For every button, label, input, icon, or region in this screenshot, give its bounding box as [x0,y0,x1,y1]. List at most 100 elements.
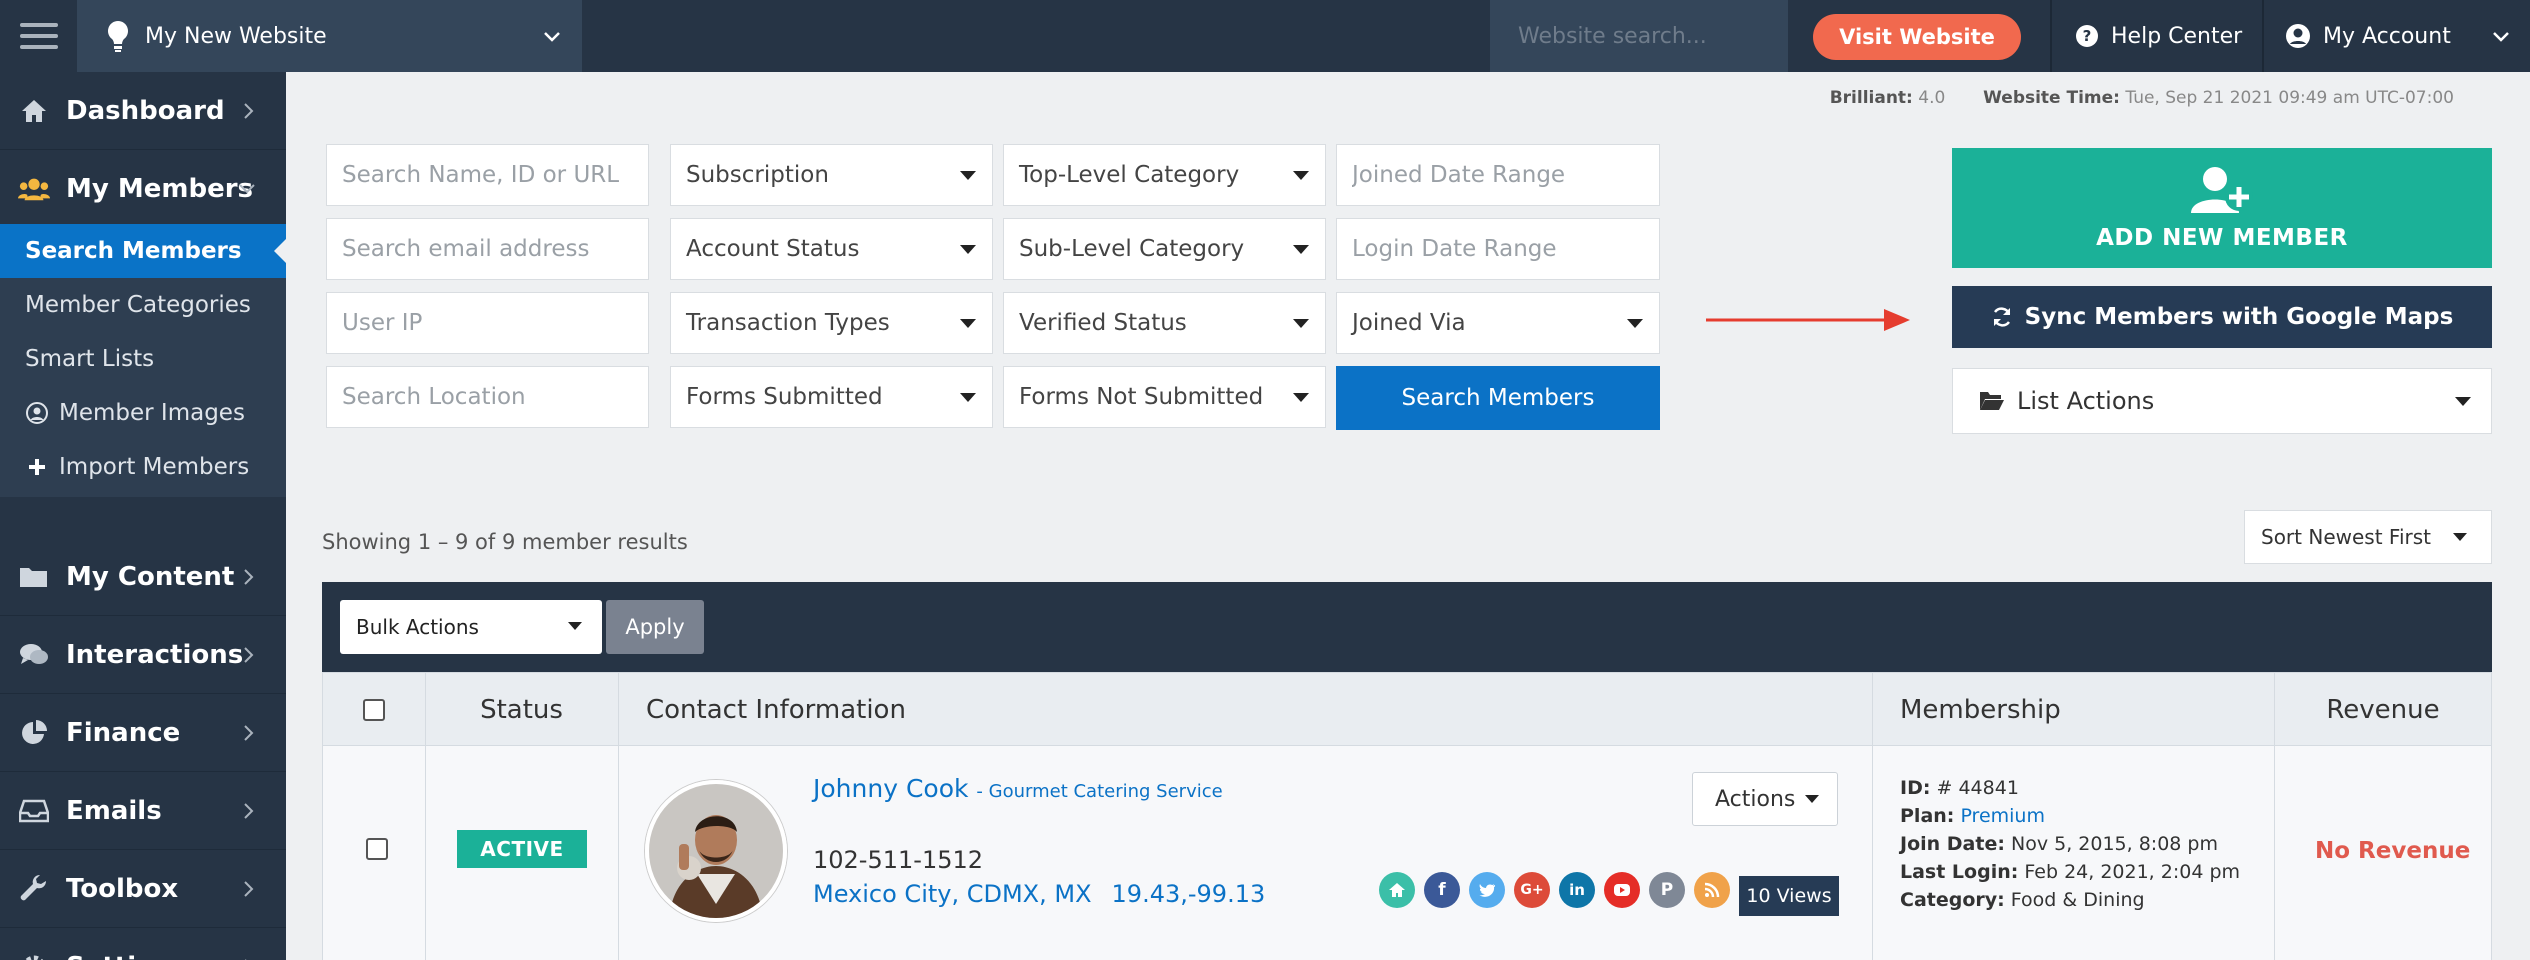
member-coords: 19.43,-99.13 [1111,880,1266,908]
login-date-range-input[interactable] [1336,218,1660,280]
pinterest-icon[interactable]: P [1649,872,1685,908]
linkedin-icon[interactable]: in [1559,872,1595,908]
sidebar-subitem-member-images[interactable]: Member Images [0,386,286,440]
sidebar-item-label: Interactions [66,639,244,670]
website-selector[interactable]: My New Website [77,0,582,72]
facebook-icon[interactable]: f [1424,872,1460,908]
views-badge: 10 Views [1739,876,1839,916]
search-location-input[interactable] [326,366,649,428]
my-account-menu[interactable]: My Account [2285,0,2511,72]
last-login-value: Feb 24, 2021, 2:04 pm [2024,861,2241,883]
folder-icon [18,562,50,592]
visit-website-button[interactable]: Visit Website [1813,14,2021,60]
sidebar-item-toolbox[interactable]: Toolbox [0,850,286,928]
member-city: Mexico City, CDMX, MX [813,880,1092,908]
caret-down-icon [2453,533,2467,541]
category-label: Category: [1900,889,2005,911]
search-members-button[interactable]: Search Members [1336,366,1660,430]
chevron-down-icon [544,32,560,42]
sidebar-subitem-search-members[interactable]: Search Members [0,224,287,278]
top-bar: My New Website Visit Website ? Help Cent… [0,0,2530,72]
select-all-checkbox[interactable] [363,699,385,721]
forms-submitted-select[interactable]: Forms Submitted [670,366,993,428]
gear-icon [18,952,50,960]
question-circle-icon: ? [2076,25,2098,47]
users-icon [18,174,50,204]
join-date-value: Nov 5, 2015, 8:08 pm [2010,833,2218,855]
id-label: ID: [1900,777,1931,799]
select-value: Forms Submitted [686,384,883,410]
chevron-right-icon [244,103,254,119]
sidebar-subitem-label: Import Members [59,454,250,480]
chevron-right-icon [244,569,254,585]
twitter-icon[interactable] [1469,872,1505,908]
sort-value: Sort Newest First [2261,525,2431,549]
plus-icon [29,459,45,475]
rss-icon[interactable] [1694,872,1730,908]
top-level-category-select[interactable]: Top-Level Category [1003,144,1326,206]
caret-down-icon [1293,393,1309,402]
account-status-select[interactable]: Account Status [670,218,993,280]
add-new-member-label: ADD NEW MEMBER [2096,225,2348,251]
plan-label: Plan: [1900,805,1955,827]
divider [1872,673,1873,747]
member-location[interactable]: Mexico City, CDMX, MX 19.43,-99.13 [813,880,1265,908]
member-name-link[interactable]: Johnny Cook - Gourmet Catering Service [813,774,1223,803]
help-center-link[interactable]: ? Help Center [2075,0,2242,72]
plan-link[interactable]: Premium [1960,805,2045,827]
caret-down-icon [960,319,976,328]
sidebar-subitem-smart-lists[interactable]: Smart Lists [0,332,286,386]
chevron-down-icon [2492,32,2509,42]
brilliant-value: 4.0 [1918,88,1946,108]
sidebar-item-emails[interactable]: Emails [0,772,286,850]
sidebar-subitem-label: Smart Lists [25,346,155,372]
sidebar-item-label: My Members [66,174,254,204]
search-name-input[interactable] [326,144,649,206]
sort-select[interactable]: Sort Newest First [2244,510,2492,564]
user-ip-input[interactable] [326,292,649,354]
google-plus-icon[interactable]: G+ [1514,872,1550,908]
sidebar-item-finance[interactable]: Finance [0,694,286,772]
apply-button[interactable]: Apply [606,600,704,654]
transaction-types-select[interactable]: Transaction Types [670,292,993,354]
list-actions-dropdown[interactable]: List Actions [1952,368,2492,434]
select-value: Account Status [686,236,860,262]
sidebar-subitem-import-members[interactable]: Import Members [0,440,286,494]
verified-status-select[interactable]: Verified Status [1003,292,1326,354]
caret-down-icon [960,393,976,402]
search-email-input[interactable] [326,218,649,280]
sidebar-item-interactions[interactable]: Interactions [0,616,286,694]
select-value: Verified Status [1019,310,1187,336]
sync-google-maps-button[interactable]: Sync Members with Google Maps [1952,286,2492,348]
select-value: Subscription [686,162,829,188]
youtube-icon[interactable] [1604,872,1640,908]
member-name: Johnny Cook [813,774,969,803]
forms-not-submitted-select[interactable]: Forms Not Submitted [1003,366,1326,428]
row-checkbox[interactable] [366,838,388,860]
row-actions-dropdown[interactable]: Actions [1692,772,1838,826]
avatar[interactable] [645,780,787,922]
membership-column-header[interactable]: Membership [1900,673,2061,747]
contact-column-header[interactable]: Contact Information [646,673,906,747]
sidebar-item-my-content[interactable]: My Content [0,538,286,616]
sidebar-subitem-member-categories[interactable]: Member Categories [0,278,286,332]
add-new-member-button[interactable]: ADD NEW MEMBER [1952,148,2492,268]
status-badge: ACTIVE [457,830,587,868]
sidebar-item-settings[interactable]: Settings [0,928,286,960]
home-icon[interactable] [1379,872,1415,908]
joined-date-range-input[interactable] [1336,144,1660,206]
sidebar-item-dashboard[interactable]: Dashboard [0,72,286,150]
revenue-column-header[interactable]: Revenue [2274,673,2492,747]
joined-via-select[interactable]: Joined Via [1336,292,1660,354]
bulk-actions-select[interactable]: Bulk Actions [340,600,602,654]
caret-down-icon [1805,795,1819,803]
website-search-input[interactable] [1490,0,1788,72]
sidebar-item-my-members[interactable]: My Members [0,150,286,228]
sidebar-item-label: Settings [66,952,189,960]
subscription-select[interactable]: Subscription [670,144,993,206]
table-header: Status Contact Information Membership Re… [322,672,2492,747]
menu-toggle-icon[interactable] [0,0,77,72]
member-photo [649,784,783,918]
status-column-header[interactable]: Status [425,673,618,747]
sub-level-category-select[interactable]: Sub-Level Category [1003,218,1326,280]
